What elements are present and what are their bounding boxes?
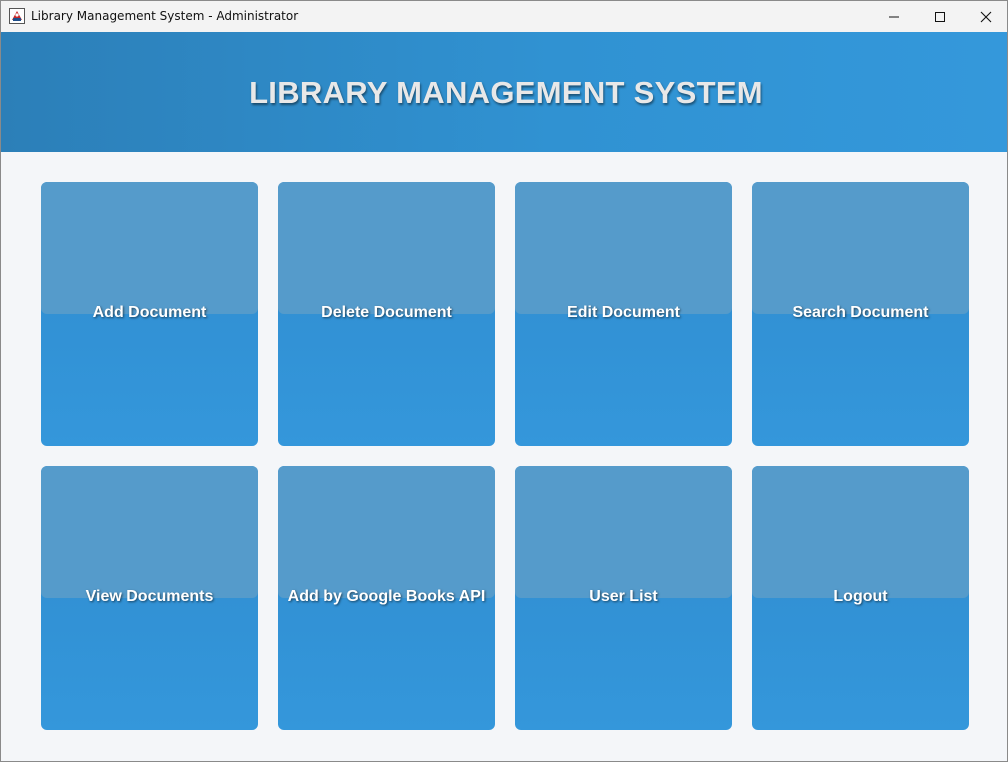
tile-highlight bbox=[752, 182, 969, 314]
tile-highlight bbox=[515, 182, 732, 314]
tile-label: View Documents bbox=[85, 588, 214, 605]
tile-label: Delete Document bbox=[321, 304, 452, 321]
tile-label: Edit Document bbox=[567, 304, 680, 321]
logout-button[interactable]: Logout bbox=[752, 466, 969, 730]
add-by-google-books-api-button[interactable]: Add by Google Books API bbox=[278, 466, 495, 730]
tile-highlight bbox=[278, 182, 495, 314]
tile-label: User List bbox=[589, 588, 658, 605]
tile-label: Logout bbox=[833, 588, 888, 605]
window-title: Library Management System - Administrato… bbox=[31, 9, 299, 23]
tile-highlight bbox=[278, 466, 495, 598]
page-title: LIBRARY MANAGEMENT SYSTEM bbox=[249, 75, 763, 110]
close-icon bbox=[980, 11, 992, 23]
user-list-button[interactable]: User List bbox=[515, 466, 732, 730]
edit-document-button[interactable]: Edit Document bbox=[515, 182, 732, 446]
minimize-icon bbox=[888, 11, 900, 23]
java-cup-icon[interactable] bbox=[9, 8, 25, 24]
add-document-button[interactable]: Add Document bbox=[41, 182, 258, 446]
header-banner: LIBRARY MANAGEMENT SYSTEM bbox=[1, 32, 1007, 152]
view-documents-button[interactable]: View Documents bbox=[41, 466, 258, 730]
tile-highlight bbox=[41, 466, 258, 598]
title-bar[interactable]: Library Management System - Administrato… bbox=[1, 1, 1007, 32]
minimize-button[interactable] bbox=[871, 1, 917, 32]
delete-document-button[interactable]: Delete Document bbox=[278, 182, 495, 446]
search-document-button[interactable]: Search Document bbox=[752, 182, 969, 446]
maximize-icon bbox=[934, 11, 946, 23]
maximize-button[interactable] bbox=[917, 1, 963, 32]
close-button[interactable] bbox=[963, 1, 1008, 32]
action-grid: Add Document Delete Document Edit Docume… bbox=[1, 152, 1007, 761]
app-window: Library Management System - Administrato… bbox=[0, 0, 1008, 762]
tile-highlight bbox=[41, 182, 258, 314]
tile-label: Add Document bbox=[92, 304, 207, 321]
tile-highlight bbox=[515, 466, 732, 598]
tile-label: Add by Google Books API bbox=[287, 588, 486, 605]
tile-label: Search Document bbox=[792, 304, 929, 321]
tile-highlight bbox=[752, 466, 969, 598]
